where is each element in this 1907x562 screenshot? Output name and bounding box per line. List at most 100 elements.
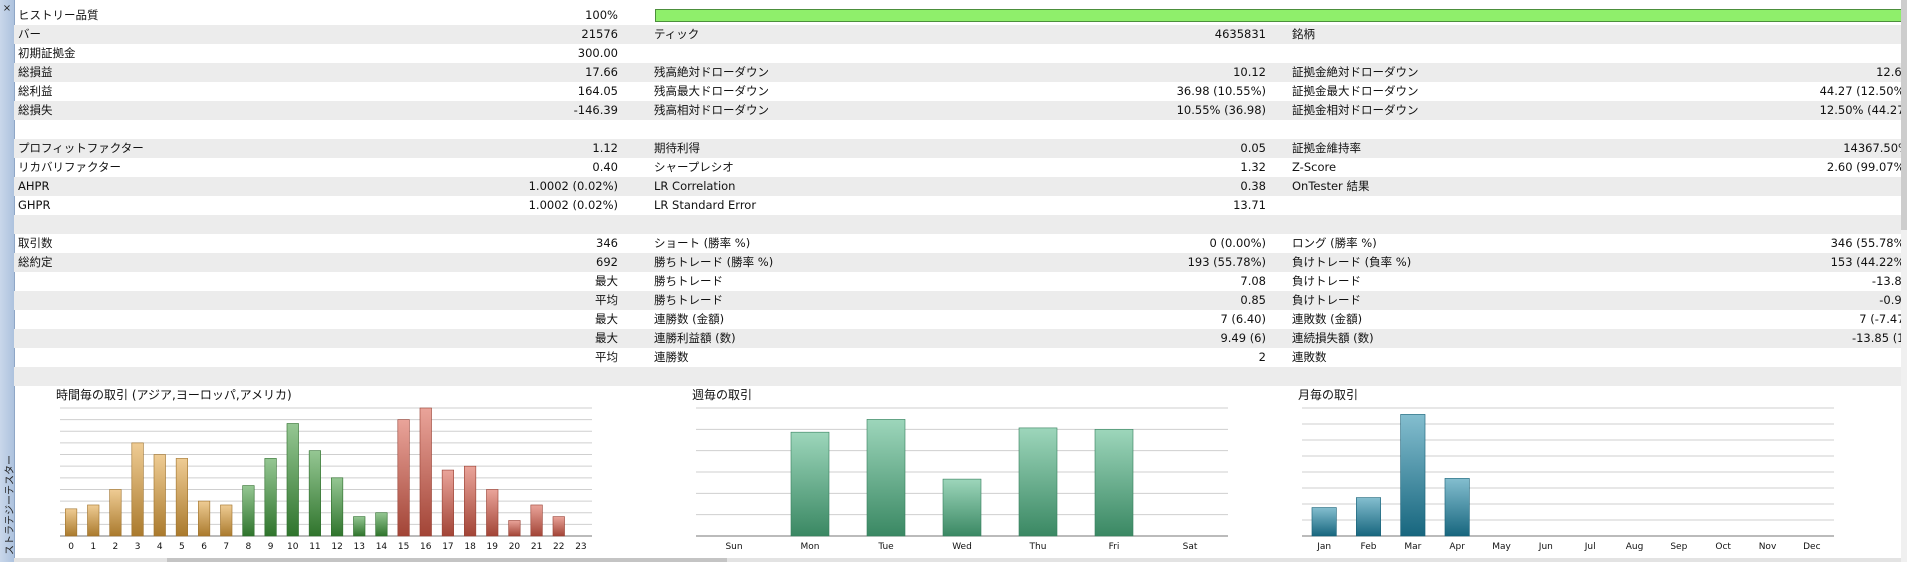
stats-label-col2: 勝ちトレード [654,274,723,288]
stats-value-col3: -13.85 (1) [1851,331,1907,345]
chart-week-svg: 04590SunMonTueWedThuFriSat [696,407,1228,552]
stats-value-col2: 36.98 (10.55%) [1176,84,1266,98]
x-tick-label: Tue [877,542,894,552]
bar-1 [87,504,100,537]
x-tick-label: 18 [464,542,476,552]
stats-label-col2: 残高絶対ドローダウン [654,65,769,79]
stats-value-col2: 2 [1258,350,1266,364]
stats-label-col3: ロング (勝率 %) [1292,236,1377,250]
horizontal-scrollbar-thumb[interactable] [167,558,727,562]
stats-label-col3: OnTester 結果 [1292,179,1370,193]
stats-value-col3: -0.96 [1879,293,1907,307]
x-tick-label: Feb [1361,542,1377,552]
stats-value-col1: 平均 [595,293,618,307]
bar-Jan [1311,507,1337,537]
stats-value-col1: 692 [596,255,618,269]
bar-21 [530,504,543,537]
stats-label-col2: ティック [654,27,700,41]
stats-row [14,215,1901,234]
hourly-chart-title: 時間毎の取引 (アジア,ヨーロッパ,アメリカ) [56,388,292,402]
stats-value-col2: 0.38 [1240,179,1266,193]
x-tick-label: Wed [952,542,972,552]
stats-label-col1: 総損益 [18,65,53,79]
stats-value-col3: 12.50% (44.27) [1819,103,1907,117]
stats-value-col1: 1.12 [592,141,618,155]
stats-value-col3: 2 [1514,348,1907,367]
stats-value-col2: 10.55% (36.98) [1176,103,1266,117]
stats-label-col2: 期待利得 [654,141,700,155]
stats-label-col2: 勝ちトレード (勝率 %) [654,255,774,269]
x-tick-label: 3 [135,542,141,552]
x-tick-label: 20 [509,542,521,552]
stats-label-col1: プロフィットファクター [18,141,144,155]
monthly-chart-title: 月毎の取引 [1298,388,1359,402]
stats-row: 取引数 346 ショート (勝率 %) 0 (0.00%) ロング (勝率 %) 346 … [14,234,1907,253]
bar-13 [353,516,366,537]
bar-Feb [1356,497,1381,537]
x-tick-label: Sep [1670,542,1687,552]
bar-15 [397,419,410,537]
stats-row: GHPR 1.0002 (0.02%) LR Standard Error 13.71 [14,196,1901,215]
stats-row: 初期証拠金 300.00 [14,44,1901,63]
x-tick-label: 22 [553,542,564,552]
scrollbar-thumb[interactable] [1901,0,1907,230]
x-tick-label: Mon [801,542,820,552]
bar-3 [131,442,144,537]
stats-label-col3: 連敗数 (金額) [1292,312,1363,326]
x-tick-label: Fri [1109,542,1120,552]
bar-4 [153,454,166,537]
stats-value-col1: 1.0002 (0.02%) [528,198,618,212]
x-tick-label: Thu [1029,542,1047,552]
x-tick-label: 6 [201,542,207,552]
strategy-tester-vertical-title: ストラテジーテスター [5,455,16,555]
bar-17 [441,469,454,537]
stats-label-col2: 連勝数 [654,350,689,364]
stats-value-col1: 21576 [581,27,618,41]
bar-20 [508,520,521,537]
stats-value-col2: 0.85 [1240,293,1266,307]
stats-value-col3: 0 [1514,177,1907,196]
stats-label-col1: バー [18,27,41,41]
x-tick-label: 11 [309,542,320,552]
stats-value-col2: 1.32 [1240,160,1266,174]
horizontal-scrollbar[interactable] [14,558,1901,562]
bar-18 [464,465,477,537]
stats-value-col1: 300.00 [577,46,618,60]
stats-label-col3: 連続損失額 (数) [1292,331,1374,345]
stats-label-col3: 証拠金維持率 [1292,141,1361,155]
bar-Fri [1094,429,1134,537]
history-quality-bar [655,9,1907,22]
stats-label-col3: 証拠金最大ドローダウン [1292,84,1419,98]
stats-value-col3: 12.65 [1876,65,1907,79]
x-tick-label: 9 [268,542,274,552]
bar-Mar [1400,414,1426,537]
statistics-table: ヒストリー品質 100% バー 21576 ティック 4635831 銘柄 1 初期証拠金 3… [14,6,1907,386]
stats-label-col2: 連勝利益額 (数) [654,331,736,345]
stats-value-col2: 7.08 [1240,274,1266,288]
stats-value-col1: 最大 [595,331,618,345]
stats-value-col3: 2.60 (99.07%) [1826,160,1907,174]
vertical-scrollbar[interactable] [1901,0,1907,562]
x-tick-label: 15 [398,542,409,552]
x-tick-label: 13 [354,542,365,552]
x-tick-label: Nov [1759,542,1777,552]
stats-value-col3: 153 (44.22%) [1830,255,1907,269]
bar-12 [331,477,344,537]
x-tick-label: Sat [1183,542,1198,552]
stats-value-col2: 0.05 [1240,141,1266,155]
bar-7 [220,504,233,537]
stats-label-col3: 銘柄 [1292,27,1315,41]
stats-label-col1: 取引数 [18,236,53,250]
bar-11 [308,450,321,537]
stats-label-col2: 勝ちトレード [654,293,723,307]
bar-2 [109,489,122,537]
stats-value-col2: 0 (0.00%) [1209,236,1266,250]
stats-row: プロフィットファクター 1.12 期待利得 0.05 証拠金維持率 14367.50% [14,139,1907,158]
weekly-chart-title: 週毎の取引 [692,388,753,402]
x-tick-label: 5 [179,542,185,552]
x-tick-label: 10 [287,542,299,552]
stats-label-col2: 残高最大ドローダウン [654,84,769,98]
bar-22 [552,516,565,537]
close-icon[interactable]: × [0,2,14,16]
history-quality-row: ヒストリー品質 100% [14,6,1907,25]
